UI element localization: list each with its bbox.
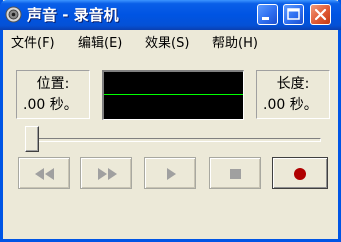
title-bar[interactable]: 声音 - 录音机 xyxy=(0,0,341,30)
maximize-button[interactable] xyxy=(283,4,304,25)
menu-file[interactable]: 文件(F) xyxy=(11,36,55,52)
position-label: 位置: xyxy=(36,76,70,92)
menu-bar: 文件(F) 编辑(E) 效果(S) 帮助(H) xyxy=(3,30,338,56)
play-button[interactable] xyxy=(144,157,196,189)
seek-slider-track[interactable] xyxy=(25,138,321,142)
position-value: .00 秒。 xyxy=(23,97,78,113)
seek-to-end-button[interactable] xyxy=(80,157,132,189)
maximize-icon xyxy=(287,8,300,20)
rewind-icon xyxy=(35,168,54,180)
length-panel: 长度: .00 秒。 xyxy=(256,70,330,119)
minimize-button[interactable] xyxy=(257,4,278,25)
record-icon xyxy=(294,168,306,180)
minimize-icon xyxy=(262,17,269,20)
menu-edit[interactable]: 编辑(E) xyxy=(78,36,122,52)
length-label: 长度: xyxy=(276,76,310,92)
position-panel: 位置: .00 秒。 xyxy=(16,70,90,119)
record-button[interactable] xyxy=(272,157,328,189)
stop-button[interactable] xyxy=(209,157,261,189)
close-button[interactable] xyxy=(310,4,331,25)
seek-to-start-button[interactable] xyxy=(18,157,70,189)
speaker-icon[interactable] xyxy=(5,6,22,23)
fast-forward-icon xyxy=(98,168,117,180)
seek-slider-thumb[interactable] xyxy=(25,126,39,152)
length-value: .00 秒。 xyxy=(263,97,318,113)
menu-help[interactable]: 帮助(H) xyxy=(212,36,258,52)
close-icon xyxy=(314,8,327,21)
sound-recorder-window: 声音 - 录音机 文件(F) 编辑(E) 效果(S) 帮助(H) 位置: .00… xyxy=(0,0,341,242)
play-icon xyxy=(167,168,176,180)
waveform-display xyxy=(102,70,244,120)
waveform-line xyxy=(104,94,243,95)
menu-effects[interactable]: 效果(S) xyxy=(145,36,189,52)
stop-icon xyxy=(230,169,241,179)
window-title: 声音 - 录音机 xyxy=(27,6,119,24)
